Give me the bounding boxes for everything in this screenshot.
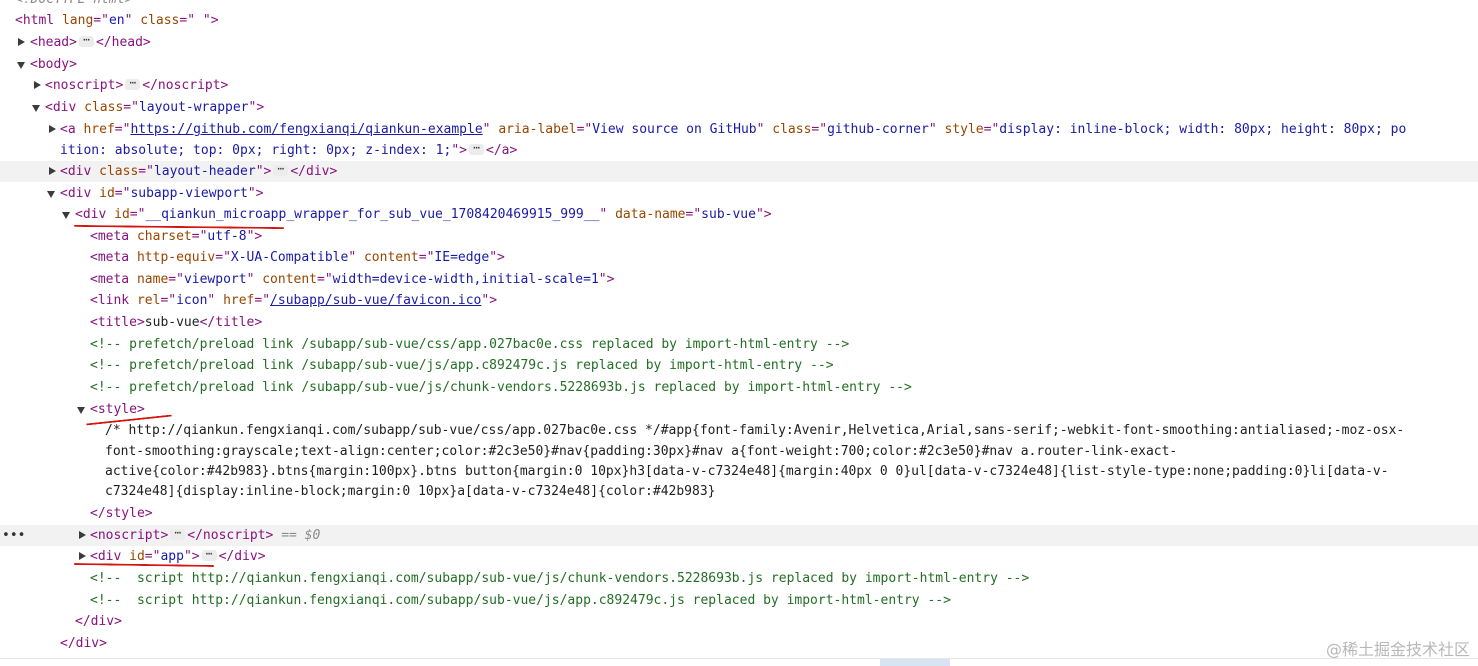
ellipsis-button[interactable]: ⋯ (469, 142, 484, 155)
node-html[interactable]: <html lang="en" class=" "> (0, 10, 1478, 31)
expand-triangle-icon[interactable] (49, 125, 56, 133)
node-comment[interactable]: <!-- prefetch/preload link /subapp/sub-v… (0, 334, 1478, 355)
collapse-triangle-icon[interactable] (62, 212, 70, 219)
gutter-ellipsis-icon[interactable]: ••• (2, 525, 25, 546)
node-title[interactable]: <title>sub-vue</title> (0, 312, 1478, 333)
style-css-text: c7324e48]{display:inline-block;margin:0 … (105, 484, 716, 499)
style-css-text: font-smoothing:grayscale;text-align:cent… (105, 444, 1178, 459)
node-noscript-selected[interactable]: ••• <noscript> ⋯ </noscript> == $0 (0, 525, 1478, 546)
node-github-link[interactable]: <a href="https://github.com/fengxianqi/q… (0, 119, 1478, 140)
doctype-text: <!DOCTYPE html> (15, 0, 132, 10)
panel-divider (0, 658, 1478, 659)
expand-triangle-icon[interactable] (18, 38, 25, 46)
expand-triangle-icon[interactable] (79, 552, 86, 560)
node-meta-http-equiv[interactable]: <meta http-equiv="X-UA-Compatible" conte… (0, 247, 1478, 268)
collapse-triangle-icon[interactable] (77, 407, 85, 414)
expand-triangle-icon[interactable] (34, 81, 41, 89)
expand-triangle-icon[interactable] (79, 531, 86, 539)
node-layout-header[interactable]: <div class="layout-header"> ⋯ </div> (0, 161, 1478, 182)
node-comment[interactable]: <!-- prefetch/preload link /subapp/sub-v… (0, 355, 1478, 376)
node-link-icon[interactable]: <link rel="icon" href="/subapp/sub-vue/f… (0, 290, 1478, 311)
node-app-div[interactable]: <div id="app"> ⋯ </div> (0, 546, 1478, 567)
horizontal-scrollbar-thumb[interactable] (880, 659, 950, 666)
ellipsis-button[interactable]: ⋯ (201, 548, 217, 561)
node-layout-wrapper[interactable]: <div class="layout-wrapper"> (0, 97, 1478, 118)
node-noscript[interactable]: <noscript> ⋯ </noscript> (0, 75, 1478, 96)
doctype-line: <!DOCTYPE html> (0, 0, 1478, 10)
node-comment[interactable]: <!-- script http://qiankun.fengxianqi.co… (0, 568, 1478, 589)
node-div-close[interactable]: </div> (0, 611, 1478, 632)
ellipsis-button[interactable]: ⋯ (78, 34, 94, 47)
node-body[interactable]: <body> (0, 54, 1478, 75)
github-href-link[interactable]: https://github.com/fengxianqi/qiankun-ex… (130, 122, 482, 137)
node-qiankun-wrapper[interactable]: <div id="__qiankun_microapp_wrapper_for_… (0, 204, 1478, 225)
node-head[interactable]: <head> ⋯ </head> (0, 32, 1478, 53)
node-github-link-wrap: ition: absolute; top: 0px; right: 0px; z… (60, 141, 518, 158)
favicon-href-link[interactable]: /subapp/sub-vue/favicon.ico (270, 293, 481, 308)
node-comment[interactable]: <!-- script http://qiankun.fengxianqi.co… (0, 590, 1478, 611)
style-css-text: active{color:#42b983}.btns{margin:100px}… (105, 464, 1389, 479)
node-meta-charset[interactable]: <meta charset="utf-8"> (0, 226, 1478, 247)
node-style-close[interactable]: </style> (0, 503, 1478, 524)
ellipsis-button[interactable]: ⋯ (170, 527, 186, 540)
node-div-close[interactable]: </div> (0, 633, 1478, 654)
ellipsis-button[interactable]: ⋯ (273, 163, 289, 176)
node-comment[interactable]: <!-- prefetch/preload link /subapp/sub-v… (0, 377, 1478, 398)
watermark: @稀土掘金技术社区 (1325, 640, 1470, 659)
expand-triangle-icon[interactable] (49, 167, 56, 175)
html-lang-value: en (108, 13, 125, 28)
collapse-triangle-icon[interactable] (47, 191, 55, 198)
collapse-triangle-icon[interactable] (17, 62, 25, 69)
node-subapp-viewport[interactable]: <div id="subapp-viewport"> (0, 183, 1478, 204)
collapse-triangle-icon[interactable] (32, 105, 40, 112)
node-meta-viewport[interactable]: <meta name="viewport" content="width=dev… (0, 269, 1478, 290)
selected-node-marker: == $0 (281, 528, 321, 543)
ellipsis-button[interactable]: ⋯ (125, 77, 141, 90)
node-style[interactable]: <style> (0, 399, 1478, 420)
style-css-text: /* http://qiankun.fengxianqi.com/subapp/… (105, 423, 1405, 438)
